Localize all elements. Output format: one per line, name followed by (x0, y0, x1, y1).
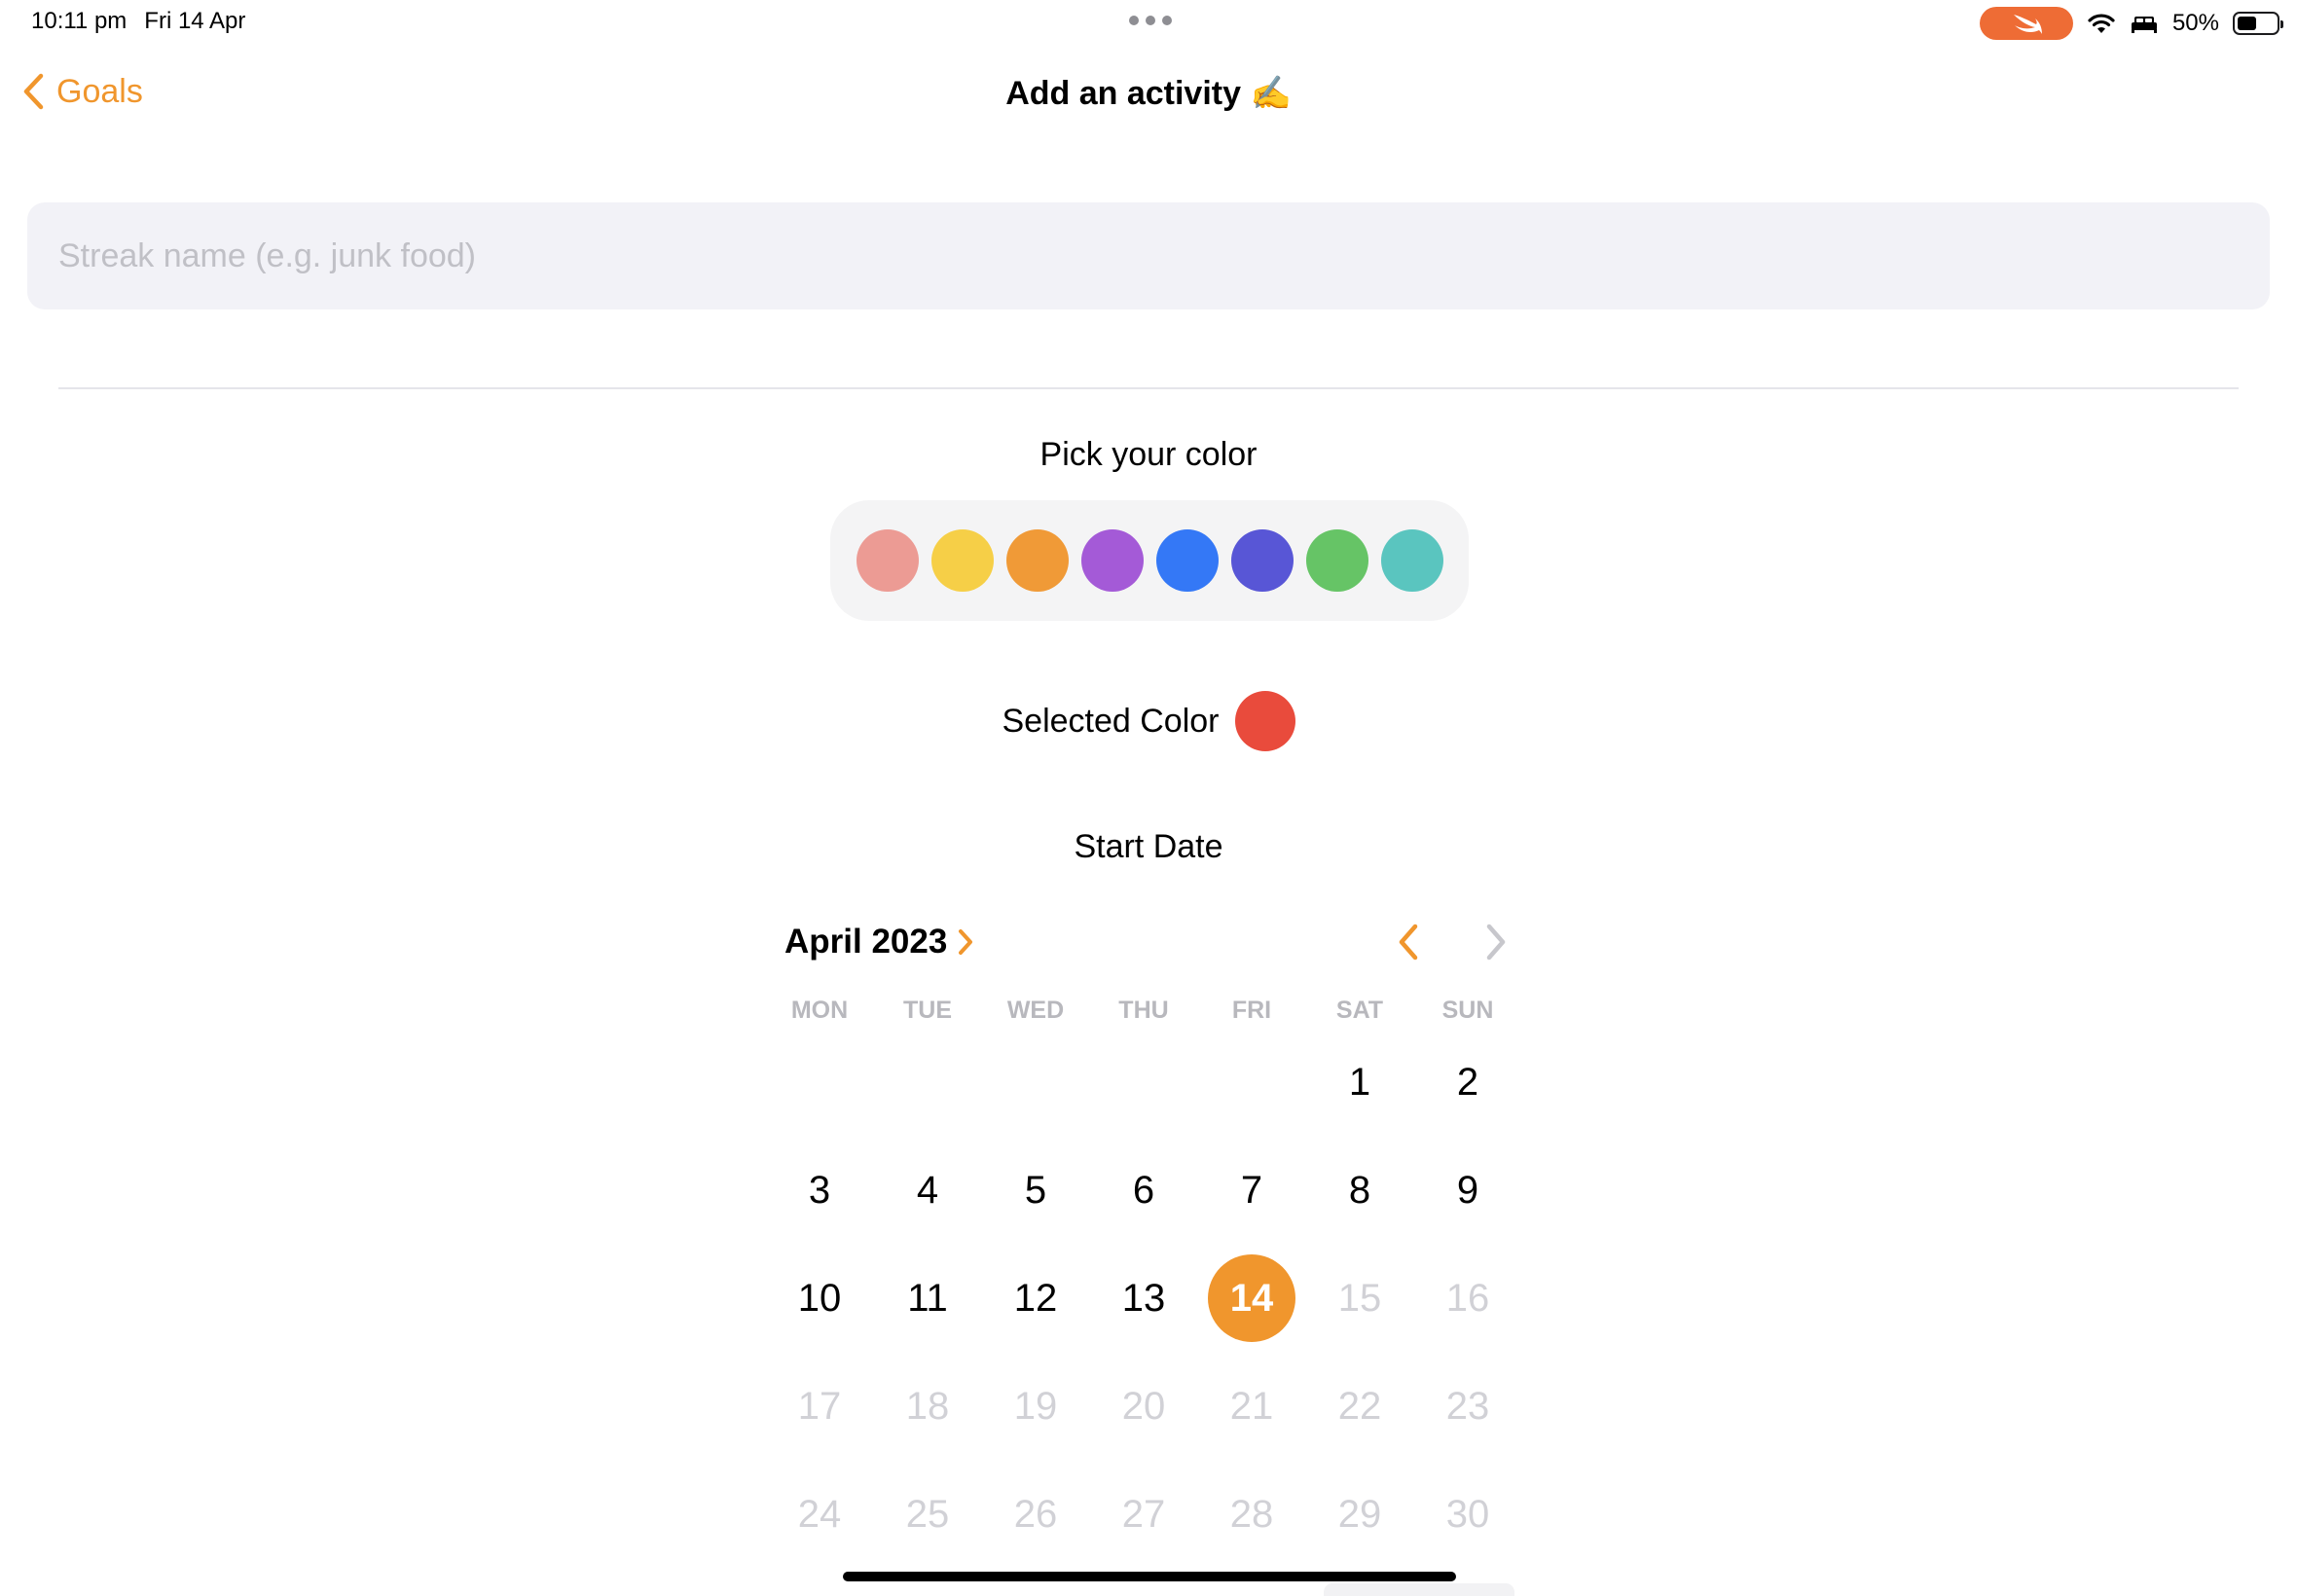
calendar-day-4[interactable]: 4 (884, 1146, 971, 1234)
chevron-left-icon (1399, 924, 1418, 961)
calendar-day-29: 29 (1337, 1493, 1382, 1536)
battery-icon (2233, 12, 2283, 35)
wifi-icon (2088, 14, 2115, 33)
calendar-day-13[interactable]: 13 (1100, 1254, 1187, 1342)
calendar-day-27: 27 (1121, 1493, 1166, 1536)
start-date-label: Start Date (1074, 828, 1223, 865)
calendar-day-16: 16 (1445, 1277, 1490, 1320)
weekday-tue: TUE (903, 997, 952, 1024)
color-swatch-8[interactable] (1380, 529, 1443, 592)
selected-color-dot (1234, 691, 1295, 751)
streak-name-field[interactable] (27, 202, 2270, 309)
calendar-day-14[interactable]: 14 (1208, 1254, 1295, 1342)
status-indicators: 50% (1979, 6, 2283, 41)
color-swatch-3[interactable] (1005, 529, 1069, 592)
chevron-right-icon (959, 929, 973, 955)
home-indicator[interactable] (843, 1572, 1456, 1581)
pick-color-label: Pick your color (1039, 436, 1258, 473)
next-month-button[interactable] (1481, 921, 1511, 968)
weekday-thu: THU (1118, 997, 1169, 1024)
streak-name-input[interactable] (27, 202, 2270, 309)
calendar-day-21: 21 (1229, 1385, 1274, 1428)
status-time: 10:11 pm Fri 14 Apr (31, 8, 245, 35)
calendar-day-1[interactable]: 1 (1316, 1038, 1404, 1126)
selected-color-label: Selected Color (1002, 702, 1220, 740)
month-year-picker-button[interactable]: April 2023 (784, 923, 974, 961)
swift-playgrounds-pill[interactable] (1979, 7, 2073, 40)
selected-color-row: Selected Color (0, 691, 2297, 751)
color-swatch-panel (830, 500, 1469, 621)
calendar-day-18: 18 (905, 1385, 950, 1428)
calendar-day-20: 20 (1121, 1385, 1166, 1428)
calendar-day-2[interactable]: 2 (1424, 1038, 1512, 1126)
calendar-day-10[interactable]: 10 (776, 1254, 863, 1342)
calendar-day-15: 15 (1337, 1277, 1382, 1320)
calendar-day-30: 30 (1445, 1493, 1490, 1536)
calendar-day-22: 22 (1337, 1385, 1382, 1428)
weekday-fri: FRI (1231, 997, 1272, 1024)
chevron-right-icon (1486, 924, 1506, 961)
calendar-day-3[interactable]: 3 (776, 1146, 863, 1234)
calendar-day-23: 23 (1445, 1385, 1490, 1428)
color-swatch-7[interactable] (1305, 529, 1368, 592)
calendar-day-24: 24 (797, 1493, 842, 1536)
weekday-wed: WED (1006, 997, 1065, 1024)
divider (58, 387, 2239, 389)
month-year-label: April 2023 (784, 923, 948, 961)
calendar-day-9[interactable]: 9 (1424, 1146, 1512, 1234)
battery-percentage: 50% (2171, 10, 2219, 36)
swift-icon (2013, 15, 2042, 34)
status-date: Fri 14 Apr (144, 8, 246, 34)
color-swatch-6[interactable] (1230, 529, 1294, 592)
calendar-day-6[interactable]: 6 (1100, 1146, 1187, 1234)
calendar-day-12[interactable]: 12 (992, 1254, 1079, 1342)
calendar-day-28: 28 (1229, 1493, 1274, 1536)
color-swatch-4[interactable] (1080, 529, 1144, 592)
screen: 10:11 pm Fri 14 Apr 50% Goals Add an act… (0, 0, 2297, 1596)
calendar-day-26: 26 (1013, 1493, 1058, 1536)
calendar-day-19: 19 (1013, 1385, 1058, 1428)
status-clock: 10:11 pm (31, 8, 128, 34)
weekday-sun: SUN (1441, 997, 1494, 1024)
calendar-day-5[interactable]: 5 (992, 1146, 1079, 1234)
scroll-indicator (1324, 1583, 1514, 1596)
bed-icon (2131, 17, 2157, 33)
color-swatch-1[interactable] (856, 529, 919, 592)
weekday-mon: MON (790, 997, 849, 1024)
weekday-sat: SAT (1335, 997, 1384, 1024)
calendar-day-25: 25 (905, 1493, 950, 1536)
calendar-day-7[interactable]: 7 (1208, 1146, 1295, 1234)
calendar-day-11[interactable]: 11 (884, 1254, 971, 1342)
color-swatch-5[interactable] (1155, 529, 1219, 592)
multitasking-dots-icon[interactable] (1129, 16, 1172, 25)
previous-month-button[interactable] (1394, 921, 1423, 968)
color-swatch-2[interactable] (930, 529, 994, 592)
calendar-day-17: 17 (797, 1385, 842, 1428)
page-title: Add an activity ✍️ (1005, 75, 1292, 112)
calendar-day-8[interactable]: 8 (1316, 1146, 1404, 1234)
